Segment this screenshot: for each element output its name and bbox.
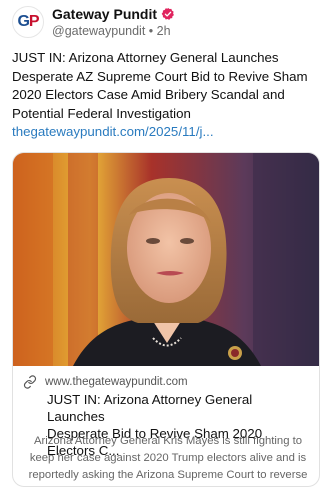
handle-line: @gatewaypundit • 2h [52,24,171,38]
link-icon [23,375,37,389]
name-line: Gateway Pundit [52,6,175,22]
avatar-logo: GP [17,13,39,30]
post-link[interactable]: thegatewaypundit.com/2025/11/j... [12,124,317,139]
verified-badge-icon [161,7,174,20]
post-text: JUST IN: Arizona Attorney General Launch… [12,50,308,121]
domain-row: www.thegatewaypundit.com [23,375,188,389]
separator-dot: • [148,24,154,38]
post-time: 2h [156,24,171,38]
link-preview-card[interactable]: www.thegatewaypundit.com JUST IN: Arizon… [12,152,320,487]
card-title-line-1: JUST IN: Arizona Attorney General Launch… [47,392,253,424]
card-description: Arizona Attorney General Kris Mayes is s… [28,435,308,481]
card-domain: www.thegatewaypundit.com [45,376,188,388]
account-name[interactable]: Gateway Pundit [52,6,157,22]
post-header: GP Gateway Pundit @gatewaypundit • 2h [12,6,322,40]
article-image [13,153,319,366]
avatar[interactable]: GP [12,6,44,38]
account-handle[interactable]: @gatewaypundit [52,24,145,38]
